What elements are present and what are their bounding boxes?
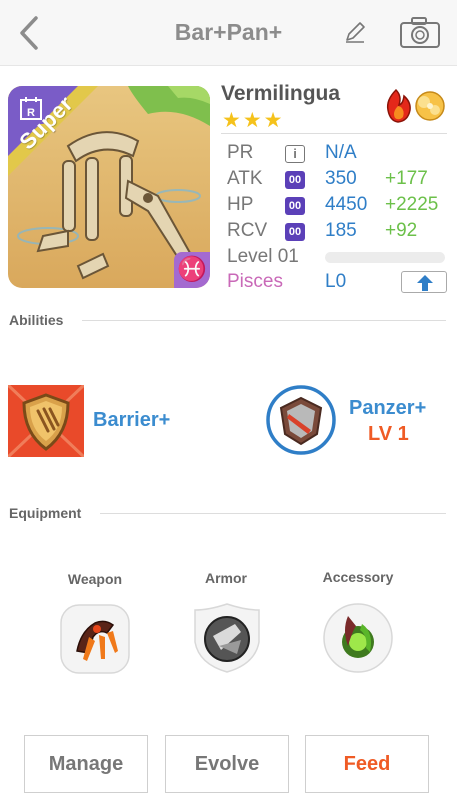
name-divider (221, 133, 447, 134)
rcv-stat-icon: 00 (285, 223, 305, 241)
hp-stat-icon: 00 (285, 197, 305, 215)
arrow-up-icon (417, 275, 433, 291)
accessory-orb-icon[interactable] (322, 602, 394, 674)
monster-card[interactable]: R Super ♓ (8, 86, 210, 288)
atk-stat-icon: 00 (285, 171, 305, 189)
abilities-heading: Abilities (9, 312, 64, 328)
zodiac-upgrade-button[interactable] (401, 271, 447, 293)
element-icons (386, 88, 445, 123)
light-element-icon (415, 91, 445, 121)
accessory-label: Accessory (322, 569, 394, 585)
feed-button[interactable]: Feed (305, 735, 429, 793)
level-progress-bar (325, 252, 445, 263)
level-label: Level 01 (227, 246, 299, 267)
ability-panzer-level: LV 1 (368, 423, 409, 445)
hp-label: HP (227, 194, 254, 215)
monster-name: Vermilingua (221, 82, 341, 105)
pencil-icon[interactable] (342, 19, 368, 45)
ability-panzer-name[interactable]: Panzer+ (349, 397, 426, 420)
hp-bonus: +2225 (385, 194, 439, 215)
top-bar: Bar+Pan+ (0, 0, 457, 66)
zodiac-name: Pisces (227, 271, 283, 292)
rcv-bonus: +92 (385, 220, 418, 241)
pr-value: N/A (325, 142, 357, 163)
info-icon[interactable]: i (285, 145, 305, 163)
evolve-button[interactable]: Evolve (165, 735, 289, 793)
pr-label: PR (227, 142, 254, 163)
zodiac-badge-icon: ♓ (174, 252, 210, 288)
barrier-shield-icon[interactable] (8, 385, 84, 457)
atk-bonus: +177 (385, 168, 428, 189)
hp-value: 4450 (325, 194, 368, 215)
manage-button[interactable]: Manage (24, 735, 148, 793)
fire-element-icon (386, 88, 411, 123)
equipment-divider (100, 513, 446, 514)
equipment-heading: Equipment (9, 505, 82, 521)
rcv-value: 185 (325, 220, 357, 241)
abilities-divider (82, 320, 446, 321)
ability-barrier-name[interactable]: Barrier+ (93, 409, 170, 432)
atk-label: ATK (227, 168, 263, 189)
weapon-claw-icon[interactable] (59, 603, 131, 675)
star-rating: ★★★ (222, 109, 285, 132)
atk-value: 350 (325, 168, 357, 189)
camera-icon[interactable] (399, 15, 441, 49)
zodiac-level: L0 (325, 271, 347, 292)
armor-shield-icon[interactable] (191, 602, 263, 674)
armor-label: Armor (204, 570, 247, 586)
page-title: Bar+Pan+ (174, 19, 283, 45)
rcv-label: RCV (227, 220, 268, 241)
weapon-label: Weapon (67, 571, 123, 587)
panzer-armor-icon[interactable] (265, 384, 337, 456)
